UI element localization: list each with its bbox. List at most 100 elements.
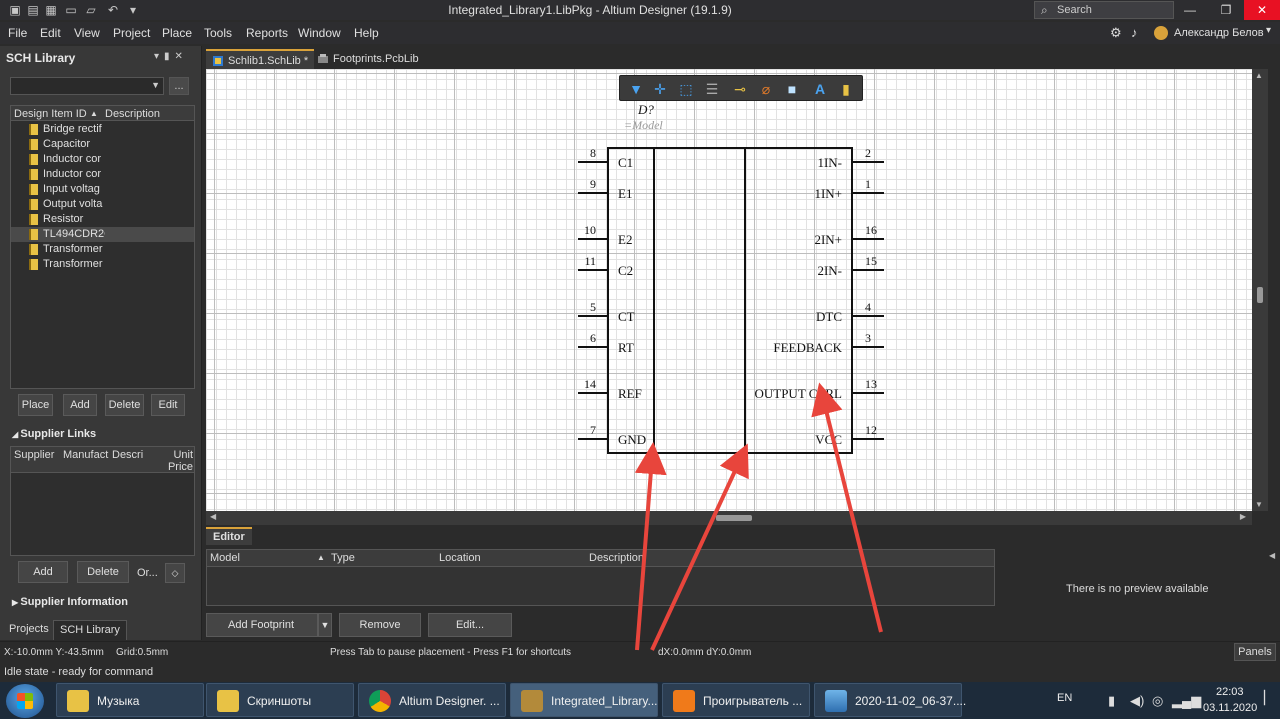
col-description[interactable]: Description (105, 108, 160, 120)
pin-name[interactable]: CT (618, 309, 635, 325)
chevron-down-icon[interactable]: ▾ (1266, 25, 1271, 36)
schematic-canvas[interactable] (206, 69, 1252, 511)
scroll-up-icon[interactable]: ▲ (1255, 71, 1263, 80)
menu-view[interactable]: View (74, 26, 100, 40)
list-item-selected[interactable]: TL494CDR2G (11, 227, 194, 242)
clock-time[interactable]: 22:03 (1216, 686, 1244, 698)
pin-number[interactable]: 14 (584, 377, 596, 392)
horizontal-scroll-thumb[interactable] (716, 515, 752, 521)
pin-number[interactable]: 8 (590, 146, 596, 161)
pin-name[interactable]: GND (618, 432, 646, 448)
pin-name[interactable]: OUTPUT CTRL (754, 386, 842, 402)
scroll-down-icon[interactable]: ▼ (1255, 500, 1263, 509)
sync-icon[interactable]: ◎ (1152, 693, 1163, 709)
menu-project[interactable]: Project (113, 26, 150, 40)
menu-window[interactable]: Window (298, 26, 341, 40)
pin-name[interactable]: 1IN+ (814, 186, 842, 202)
place-part-icon[interactable]: ▮ (836, 79, 856, 99)
scroll-right-icon[interactable]: ▶ (1240, 512, 1246, 521)
tab-projects[interactable]: Projects (3, 620, 55, 640)
col-manufacturer[interactable]: Manufact (63, 449, 108, 461)
pin-number[interactable]: 9 (590, 177, 596, 192)
supplier-add-button[interactable]: Add (18, 561, 68, 583)
pin-number[interactable]: 12 (865, 423, 877, 438)
pin-number[interactable]: 4 (865, 300, 871, 315)
add-footprint-button[interactable]: Add Footprint (206, 613, 318, 637)
pin-name[interactable]: C1 (618, 155, 633, 171)
list-item[interactable]: Transformer (11, 257, 194, 272)
horizontal-scrollbar[interactable]: ◀ ▶ (206, 511, 1252, 525)
pin-name[interactable]: RT (618, 340, 634, 356)
pin-number[interactable]: 15 (865, 254, 877, 269)
move-icon[interactable]: ✛ (650, 79, 670, 99)
vertical-scroll-thumb[interactable] (1257, 287, 1263, 303)
pin-name[interactable]: E2 (618, 232, 632, 248)
browse-button[interactable]: ... (169, 77, 189, 95)
col-design-item-id[interactable]: Design Item ID (14, 108, 87, 120)
minimize-button[interactable]: — (1172, 0, 1208, 20)
component-model[interactable]: =Model (624, 118, 663, 133)
tab-schlib[interactable]: Schlib1.SchLib * (206, 49, 315, 69)
menu-edit[interactable]: Edit (40, 26, 61, 40)
col-description[interactable]: Descri (112, 449, 143, 461)
list-item[interactable]: Bridge rectif (11, 122, 194, 137)
library-filter-select[interactable]: ▼ (10, 77, 164, 95)
add-button[interactable]: Add (63, 394, 97, 416)
list-item[interactable]: Inductor cor (11, 167, 194, 182)
close-button[interactable]: ✕ (1244, 0, 1280, 20)
delete-button[interactable]: Delete (105, 394, 144, 416)
bell-icon[interactable]: ♪ (1131, 25, 1138, 40)
list-item[interactable]: Input voltag (11, 182, 194, 197)
clock-date[interactable]: 03.11.2020 (1203, 702, 1257, 714)
pin-name[interactable]: REF (618, 386, 642, 402)
select-rect-icon[interactable]: ⬚ (676, 79, 696, 99)
user-name[interactable]: Александр Белов (1174, 27, 1264, 39)
list-item[interactable]: Resistor (11, 212, 194, 227)
pin-number[interactable]: 13 (865, 377, 877, 392)
pin-number[interactable]: 7 (590, 423, 596, 438)
volume-icon[interactable]: ◀) (1130, 693, 1144, 709)
signal-icon[interactable]: ▂▄▆ (1172, 693, 1201, 709)
list-item[interactable]: Capacitor (11, 137, 194, 152)
col-supplier[interactable]: Supplier (14, 449, 54, 461)
menu-help[interactable]: Help (354, 26, 379, 40)
taskbar-item-screenshots[interactable]: Скриншоты (206, 683, 354, 717)
place-pin-icon[interactable]: ⊸ (730, 79, 750, 99)
col-model[interactable]: Model (210, 552, 240, 564)
list-item[interactable]: Transformer (11, 242, 194, 257)
supplier-links-section[interactable]: ◢ Supplier Links (12, 428, 96, 440)
menu-reports[interactable]: Reports (246, 26, 288, 40)
place-rectangle-icon[interactable]: ■ (782, 79, 802, 99)
menu-place[interactable]: Place (162, 26, 192, 40)
supplier-delete-button[interactable]: Delete (77, 561, 129, 583)
pin-number[interactable]: 11 (584, 254, 596, 269)
search-input[interactable]: ⌕ Search (1034, 1, 1174, 19)
place-button[interactable]: Place (18, 394, 53, 416)
pin-number[interactable]: 10 (584, 223, 596, 238)
tab-editor[interactable]: Editor (206, 527, 252, 545)
grid-size[interactable]: Grid:0.5mm (116, 647, 168, 658)
panels-button[interactable]: Panels (1234, 643, 1276, 661)
pin-number[interactable]: 16 (865, 223, 877, 238)
avatar[interactable] (1154, 26, 1168, 40)
collapse-icon[interactable]: ◀ (1269, 551, 1275, 560)
menu-tools[interactable]: Tools (204, 26, 232, 40)
pin-name[interactable]: 1IN- (817, 155, 842, 171)
show-desktop-icon[interactable]: ▏ (1264, 690, 1274, 706)
taskbar-item-chrome[interactable]: Altium Designer. ... (358, 683, 506, 717)
restore-button[interactable]: ❐ (1208, 0, 1244, 20)
pin-name[interactable]: C2 (618, 263, 633, 279)
col-location[interactable]: Location (439, 552, 481, 564)
col-description[interactable]: Description (589, 552, 644, 564)
pin-number[interactable]: 2 (865, 146, 871, 161)
supplier-information-section[interactable]: ▶ Supplier Information (12, 596, 128, 608)
taskbar-item-image[interactable]: 2020-11-02_06-37.... (814, 683, 966, 717)
taskbar-item-altium[interactable]: Integrated_Library... (510, 683, 658, 717)
menu-file[interactable]: File (8, 26, 27, 40)
pin-number[interactable]: 5 (590, 300, 596, 315)
tab-footprints[interactable]: Footprints.PcbLib (311, 49, 425, 69)
filter-icon[interactable]: ▼ (626, 79, 646, 99)
edit-button[interactable]: Edit (151, 394, 185, 416)
add-footprint-dropdown[interactable]: ▼ (318, 613, 332, 637)
place-ieee-symbol-icon[interactable]: ⌀ (756, 79, 776, 99)
